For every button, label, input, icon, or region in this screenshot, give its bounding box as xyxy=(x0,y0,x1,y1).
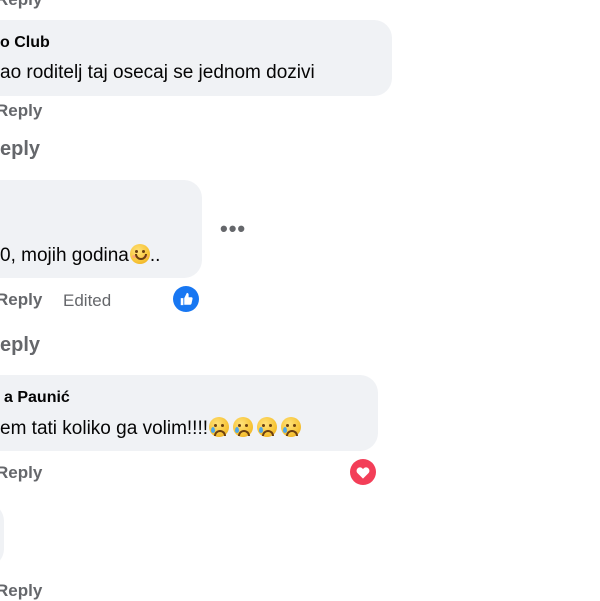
comment-text: ao roditelj taj osecaj se jednom dozivi xyxy=(0,62,315,83)
smiling-face-icon xyxy=(129,244,150,264)
comment-bubble-2: 0, mojih godina.. xyxy=(0,180,202,278)
crying-face-icon xyxy=(257,417,278,437)
crying-face-icon xyxy=(209,417,230,437)
reply-link[interactable]: Reply xyxy=(0,581,42,601)
view-replies-link[interactable]: eply xyxy=(0,138,40,161)
reply-link-top[interactable]: Reply xyxy=(0,0,42,10)
reply-link[interactable]: Reply xyxy=(0,290,42,310)
comment-author[interactable]: a Paunić xyxy=(4,389,70,407)
heart-icon[interactable] xyxy=(350,459,376,485)
crying-face-icon xyxy=(281,417,302,437)
edited-label: Edited xyxy=(63,291,112,310)
comment-text: em tati koliko ga volim!!!! xyxy=(0,417,302,440)
view-replies-link[interactable]: eply xyxy=(0,334,40,357)
more-options-icon[interactable]: ••• xyxy=(220,216,246,242)
reply-link[interactable]: Reply xyxy=(0,463,42,483)
comment-author[interactable]: o Club xyxy=(0,34,50,52)
reply-link[interactable]: Reply xyxy=(0,101,42,121)
like-icon[interactable] xyxy=(173,286,199,312)
crying-face-icon xyxy=(233,417,254,437)
comment-bubble-3: a Paunić em tati koliko ga volim!!!! xyxy=(0,375,378,451)
comment-bubble-4 xyxy=(0,503,4,567)
comment-text: 0, mojih godina.. xyxy=(0,244,161,266)
comment-bubble-1: o Club ao roditelj taj osecaj se jednom … xyxy=(0,20,392,96)
